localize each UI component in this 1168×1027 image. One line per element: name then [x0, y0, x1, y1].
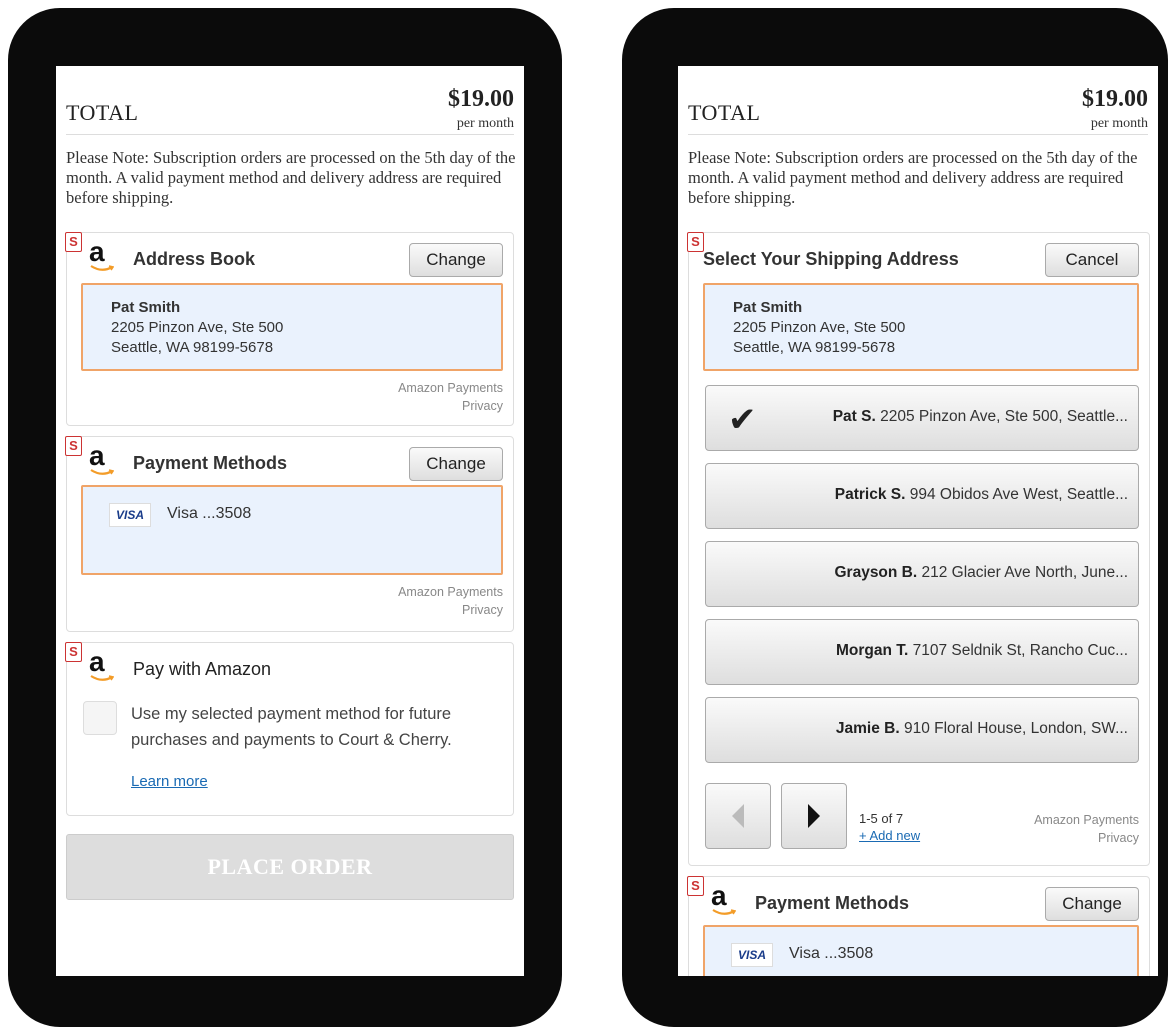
- footer-line1: Amazon Payments: [398, 585, 503, 599]
- total-period: per month: [1090, 116, 1148, 131]
- total-amount: $19.00: [448, 86, 514, 112]
- selected-payment-box[interactable]: VISA Visa ...3508: [81, 485, 503, 575]
- pay-with-amazon-title: Pay with Amazon: [133, 659, 272, 679]
- card-label: Visa ...3508: [167, 505, 252, 522]
- payment-methods-widget: S a Payment Methods Change VISA Visa ...…: [65, 436, 514, 632]
- order-total-row: TOTAL $19.00 per month: [66, 78, 514, 135]
- previous-page-button[interactable]: [705, 783, 771, 849]
- payment-methods-title: Payment Methods: [755, 893, 910, 913]
- address-book-widget: S a Address Book Change Pat Smith 2205 P…: [65, 232, 514, 426]
- address-option-name: Grayson B.: [834, 564, 918, 581]
- footer-line2: Privacy: [462, 399, 503, 413]
- checkmark-icon: ✔: [728, 401, 757, 439]
- amazon-payments-privacy-link[interactable]: Amazon Payments Privacy: [1034, 811, 1139, 847]
- address-option-name: Patrick S.: [834, 486, 906, 503]
- learn-more-link[interactable]: Learn more: [131, 773, 208, 790]
- address-option-text: 910 Floral House, London, SW...: [903, 720, 1128, 737]
- selected-address-box: Pat Smith 2205 Pinzon Ave, Ste 500 Seatt…: [703, 283, 1139, 371]
- address-option-text: 994 Obidos Ave West, Seattle...: [909, 486, 1128, 503]
- amazon-payments-privacy-link[interactable]: Amazon Payments Privacy: [398, 583, 503, 619]
- payment-change-button[interactable]: Change: [409, 447, 503, 481]
- address-line2: Seattle, WA 98199-5678: [111, 339, 274, 356]
- amazon-payments-privacy-link[interactable]: Amazon Payments Privacy: [398, 379, 503, 415]
- next-page-button[interactable]: [781, 783, 847, 849]
- subscription-note: Please Note: Subscription orders are pro…: [688, 148, 1138, 207]
- address-option-2[interactable]: Patrick S. 994 Obidos Ave West, Seattle.…: [705, 463, 1139, 529]
- address-book-title: Address Book: [133, 249, 256, 269]
- address-option-1[interactable]: ✔ Pat S. 2205 Pinzon Ave, Ste 500, Seatt…: [705, 385, 1139, 451]
- s-badge-icon: S: [687, 232, 704, 252]
- right-phone-frame: TOTAL $19.00 per month Please Note: Subs…: [622, 8, 1168, 1027]
- footer-line2: Privacy: [462, 603, 503, 617]
- cancel-button[interactable]: Cancel: [1045, 243, 1139, 277]
- card-label: Visa ...3508: [789, 945, 874, 962]
- address-option-text: 212 Glacier Ave North, June...: [921, 564, 1129, 581]
- selected-payment-box[interactable]: VISA Visa ...3508: [703, 925, 1139, 976]
- pay-with-amazon-widget: S a Pay with Amazon Use my selected paym…: [65, 642, 514, 816]
- amazon-logo-icon: a: [711, 881, 739, 917]
- address-option-text: 7107 Seldnik St, Rancho Cuc...: [912, 642, 1128, 659]
- left-phone-frame: TOTAL $19.00 per month Please Note: Subs…: [8, 8, 562, 1027]
- chevron-right-icon: [808, 804, 820, 828]
- s-badge-icon: S: [65, 642, 82, 662]
- s-badge-icon: S: [687, 876, 704, 896]
- footer-line1: Amazon Payments: [1034, 813, 1139, 827]
- payment-change-button[interactable]: Change: [1045, 887, 1139, 921]
- footer-line1: Amazon Payments: [398, 381, 503, 395]
- address-name: Pat Smith: [111, 299, 181, 316]
- order-total-row: TOTAL $19.00 per month: [688, 78, 1148, 135]
- address-option-text: 2205 Pinzon Ave, Ste 500, Seattle...: [880, 408, 1128, 425]
- address-option-5[interactable]: Jamie B. 910 Floral House, London, SW...: [705, 697, 1139, 763]
- add-new-address-link[interactable]: + Add new: [859, 828, 920, 843]
- page-count: 1-5 of 7: [859, 811, 904, 826]
- total-amount: $19.00: [1082, 86, 1148, 112]
- shipping-address-title: Select Your Shipping Address: [703, 249, 959, 269]
- total-period: per month: [456, 116, 514, 131]
- address-option-4[interactable]: Morgan T. 7107 Seldnik St, Rancho Cuc...: [705, 619, 1139, 685]
- address-option-3[interactable]: Grayson B. 212 Glacier Ave North, June..…: [705, 541, 1139, 607]
- address-option-name: Morgan T.: [835, 642, 909, 659]
- chevron-left-icon: [732, 804, 744, 828]
- footer-line2: Privacy: [1098, 831, 1139, 845]
- future-payments-checkbox[interactable]: [83, 701, 117, 735]
- payment-methods-title: Payment Methods: [133, 453, 288, 473]
- address-option-name: Pat S.: [832, 408, 876, 425]
- visa-card-icon: VISA: [731, 943, 773, 967]
- address-line2: Seattle, WA 98199-5678: [733, 339, 896, 356]
- address-line1: 2205 Pinzon Ave, Ste 500: [733, 319, 906, 336]
- address-option-name: Jamie B.: [835, 720, 900, 737]
- address-line1: 2205 Pinzon Ave, Ste 500: [111, 319, 284, 336]
- place-order-button[interactable]: PLACE ORDER: [66, 834, 514, 900]
- future-payments-consent-text: Use my selected payment method for futur…: [131, 705, 452, 749]
- shipping-address-widget: S Select Your Shipping Address Cancel Pa…: [687, 232, 1150, 866]
- payment-methods-widget: S a Payment Methods Change VISA Visa ...…: [687, 876, 1150, 976]
- s-badge-icon: S: [65, 232, 82, 252]
- total-label: TOTAL: [66, 100, 139, 125]
- address-name: Pat Smith: [733, 299, 803, 316]
- right-phone-screen: TOTAL $19.00 per month Please Note: Subs…: [678, 66, 1158, 976]
- selected-address-box[interactable]: Pat Smith 2205 Pinzon Ave, Ste 500 Seatt…: [81, 283, 503, 371]
- left-phone-screen: TOTAL $19.00 per month Please Note: Subs…: [56, 66, 524, 976]
- s-badge-icon: S: [65, 436, 82, 456]
- amazon-logo-icon: a: [89, 237, 117, 273]
- subscription-note: Please Note: Subscription orders are pro…: [66, 148, 516, 207]
- total-label: TOTAL: [688, 100, 761, 125]
- address-change-button[interactable]: Change: [409, 243, 503, 277]
- visa-card-icon: VISA: [109, 503, 151, 527]
- amazon-logo-icon: a: [89, 647, 117, 683]
- amazon-logo-icon: a: [89, 441, 117, 477]
